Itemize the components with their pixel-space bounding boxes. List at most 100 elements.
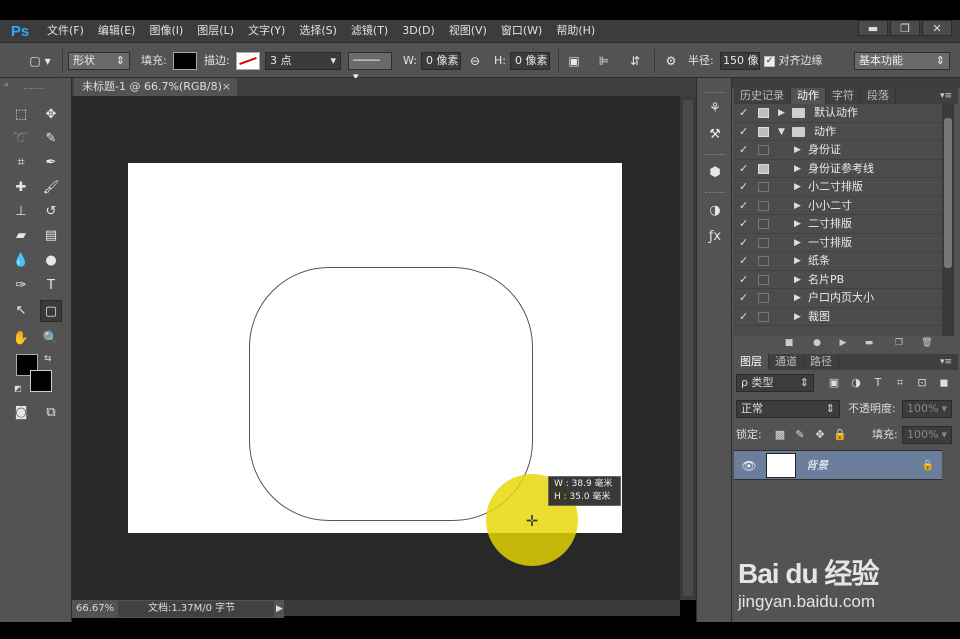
layer-row-background[interactable]: 👁 背景 🔒 xyxy=(734,450,942,480)
dialog-toggle[interactable] xyxy=(758,182,769,192)
menu-type[interactable]: 文字(Y) xyxy=(241,20,292,42)
workspace-select[interactable]: 基本功能 ⇕ xyxy=(854,52,950,70)
menu-window[interactable]: 窗口(W) xyxy=(494,20,549,42)
expand-arrow-icon[interactable]: ▶ xyxy=(794,234,801,252)
expand-arrow-icon[interactable]: ▶ xyxy=(794,215,801,233)
dialog-toggle[interactable] xyxy=(758,145,769,155)
scrollbar-thumb[interactable] xyxy=(683,100,693,596)
background-color-swatch[interactable] xyxy=(30,370,52,392)
stop-icon[interactable]: ■ xyxy=(782,336,796,350)
zoom-level[interactable]: 66.67% xyxy=(76,600,114,618)
play-icon[interactable]: ▶ xyxy=(836,336,850,350)
grip-handle[interactable] xyxy=(705,92,725,95)
tab-channels[interactable]: 通道 xyxy=(769,354,804,370)
checkmark-icon[interactable]: ✓ xyxy=(739,123,753,141)
checkmark-icon[interactable]: ✓ xyxy=(739,104,753,122)
expand-arrow-icon[interactable]: ▶ xyxy=(794,252,801,270)
height-field[interactable]: 0 像素 xyxy=(510,52,550,70)
type-filter-icon[interactable]: T xyxy=(870,374,886,392)
collapse-arrow-icon[interactable]: ▼ xyxy=(778,123,785,141)
eraser-tool-icon[interactable]: ▰ xyxy=(10,225,32,247)
checkmark-icon[interactable]: ✓ xyxy=(739,197,753,215)
action-item[interactable]: ✓ ▶ 一寸排版 xyxy=(734,234,952,252)
hand-tool-icon[interactable]: ✋ xyxy=(10,328,32,350)
gear-icon[interactable]: ⚙ xyxy=(663,52,679,70)
stroke-swatch[interactable] xyxy=(236,52,260,70)
tab-character[interactable]: 字符 xyxy=(826,88,861,104)
link-icon[interactable]: ⊖ xyxy=(467,52,483,70)
action-item[interactable]: ✓ ▶ 二寸排版 xyxy=(734,215,952,234)
quick-mask-icon[interactable]: ◙ xyxy=(10,402,32,424)
dialog-toggle[interactable] xyxy=(758,237,769,248)
checkmark-icon[interactable]: ✓ xyxy=(739,289,753,307)
path-selection-tool-icon[interactable]: ↖ xyxy=(10,300,32,322)
3d-cube-icon[interactable]: ⬢ xyxy=(704,162,726,184)
panel-menu-icon[interactable]: ▾≡ xyxy=(940,354,952,370)
menu-select[interactable]: 选择(S) xyxy=(292,20,344,42)
dialog-toggle[interactable] xyxy=(758,219,769,229)
grip-handle[interactable] xyxy=(705,154,725,157)
checkmark-icon[interactable]: ✓ xyxy=(739,252,753,270)
checkmark-icon[interactable]: ✓ xyxy=(739,215,753,233)
expand-arrow-icon[interactable]: ▶ xyxy=(794,160,801,178)
dodge-tool-icon[interactable]: ● xyxy=(40,250,62,272)
scrollbar-thumb[interactable] xyxy=(944,118,952,268)
gradient-tool-icon[interactable]: ▤ xyxy=(40,225,62,247)
stroke-width-field[interactable]: 3 点 ▾ xyxy=(265,52,341,70)
trash-icon[interactable]: 🗑 xyxy=(920,336,934,350)
marquee-tool-icon[interactable]: ⬚ xyxy=(10,104,32,126)
play-arrow-icon[interactable]: ▶ xyxy=(276,600,283,618)
expand-arrow-icon[interactable]: ▶ xyxy=(794,178,801,196)
tab-paths[interactable]: 路径 xyxy=(804,354,839,370)
expand-arrow-icon[interactable]: ▶ xyxy=(794,308,801,326)
dialog-toggle[interactable] xyxy=(758,163,769,174)
dialog-toggle[interactable] xyxy=(758,293,769,303)
blur-tool-icon[interactable]: 💧 xyxy=(10,250,32,272)
action-item[interactable]: ✓ ▶ 身份证 xyxy=(734,141,952,160)
lock-pixels-icon[interactable]: ✎ xyxy=(792,426,808,444)
panel-collapse-bar[interactable] xyxy=(732,78,960,88)
tab-actions[interactable]: 动作 xyxy=(791,88,826,104)
dialog-toggle[interactable] xyxy=(758,274,769,285)
styles-fx-icon[interactable]: ƒx xyxy=(704,226,726,248)
tab-paragraph[interactable]: 段落 xyxy=(861,88,896,104)
action-item[interactable]: ✓ ▶ 身份证参考线 xyxy=(734,160,952,178)
path-alignment-icon[interactable]: ⊫ xyxy=(596,52,612,70)
expand-arrow-icon[interactable]: ▶ xyxy=(794,141,801,159)
close-icon[interactable]: × xyxy=(222,78,231,96)
tab-layers[interactable]: 图层 xyxy=(734,354,769,370)
menu-filter[interactable]: 滤镜(T) xyxy=(344,20,395,42)
lock-position-icon[interactable]: ✥ xyxy=(812,426,828,444)
blend-mode-select[interactable]: 正常 ⇕ xyxy=(736,400,840,418)
menu-3d[interactable]: 3D(D) xyxy=(395,20,442,42)
rounded-rectangle-path[interactable] xyxy=(249,267,533,521)
expand-arrow-icon[interactable]: ▶ xyxy=(794,197,801,215)
new-set-folder-icon[interactable]: ▬ xyxy=(862,336,876,350)
menu-edit[interactable]: 编辑(E) xyxy=(91,20,143,42)
grip-handle[interactable] xyxy=(705,192,725,195)
action-set-actions[interactable]: ✓ ▼ 动作 xyxy=(734,123,952,141)
tab-history[interactable]: 历史记录 xyxy=(734,88,791,104)
zoom-tool-icon[interactable]: 🔍 xyxy=(40,328,62,350)
minimize-button[interactable]: ▬ xyxy=(858,20,888,36)
action-item[interactable]: ✓ ▶ 小小二寸 xyxy=(734,197,952,215)
action-item[interactable]: ✓ ▶ 小二寸排版 xyxy=(734,178,952,197)
checkmark-icon[interactable]: ✓ xyxy=(739,271,753,289)
rounded-rectangle-tool-icon[interactable]: ▢ xyxy=(40,300,62,322)
eye-visibility-icon[interactable]: 👁 xyxy=(740,451,758,481)
stroke-type-select[interactable]: ──── ▾ xyxy=(348,52,392,83)
menu-file[interactable]: 文件(F) xyxy=(40,20,91,42)
lasso-tool-icon[interactable]: ➰ xyxy=(10,128,32,150)
actions-scrollbar[interactable] xyxy=(942,104,954,336)
menu-image[interactable]: 图像(I) xyxy=(142,20,190,42)
action-item[interactable]: ✓ ▶ 裁图 xyxy=(734,308,952,326)
fill-field[interactable]: 100% ▾ xyxy=(902,426,952,444)
clone-stamp-tool-icon[interactable]: ⊥ xyxy=(10,201,32,223)
tool-mode-select[interactable]: 形状 ⇕ xyxy=(68,52,130,70)
menu-view[interactable]: 视图(V) xyxy=(442,20,494,42)
crop-tool-icon[interactable]: ⌗ xyxy=(10,152,32,174)
dialog-toggle[interactable] xyxy=(758,311,769,322)
action-item[interactable]: ✓ ▶ 纸条 xyxy=(734,252,952,271)
lock-all-icon[interactable]: 🔒 xyxy=(832,426,848,444)
collapse-arrows-icon[interactable]: « xyxy=(4,80,9,89)
